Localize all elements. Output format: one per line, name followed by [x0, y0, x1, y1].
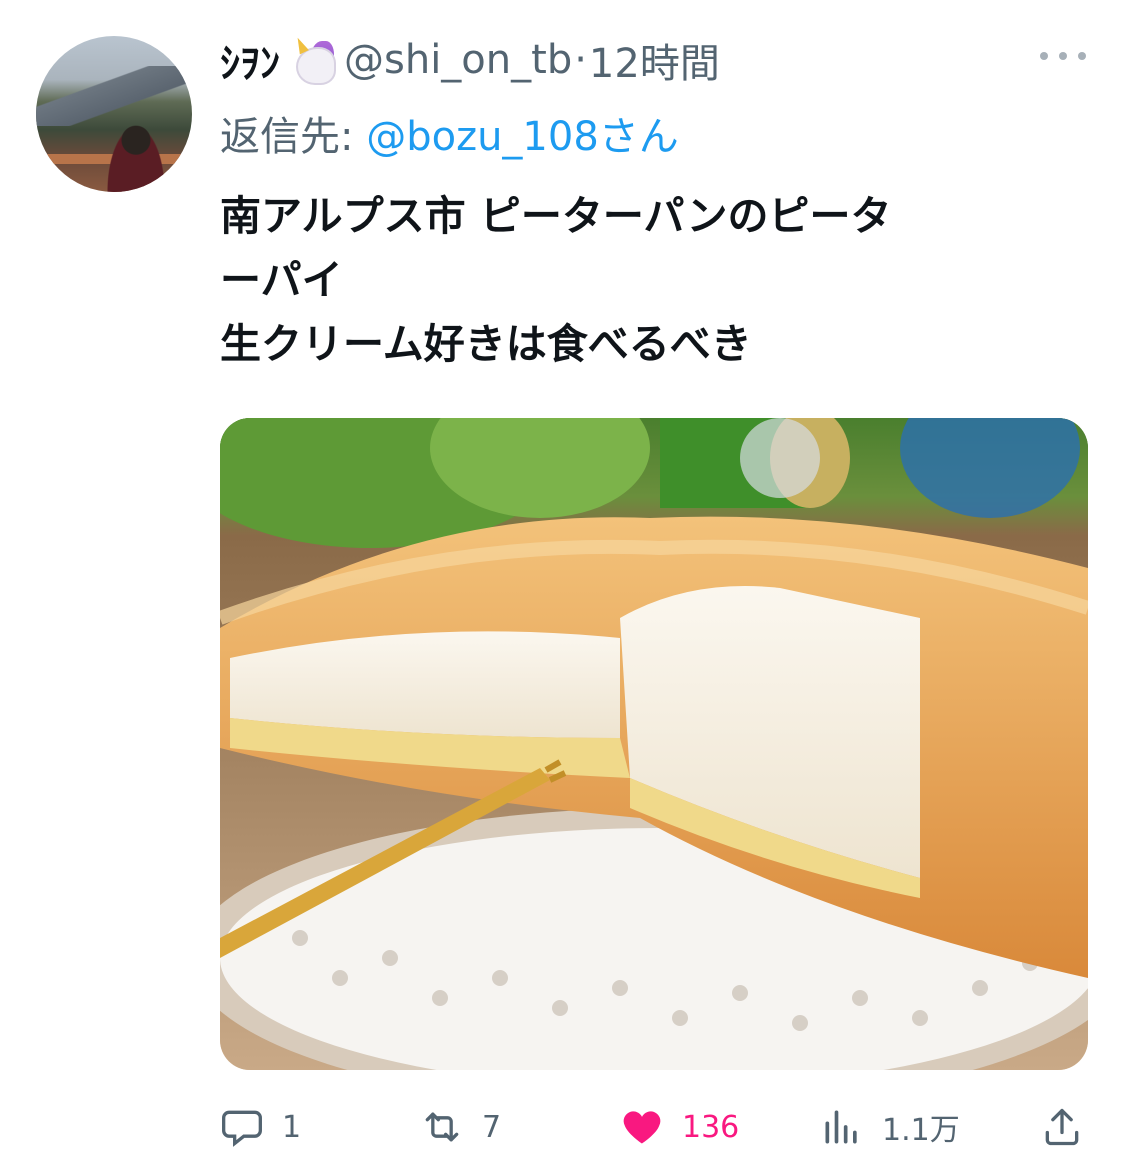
bar-chart-icon	[825, 1110, 857, 1144]
avatar[interactable]	[36, 36, 192, 192]
reply-prefix: 返信先:	[220, 114, 367, 160]
user-handle[interactable]: @shi_on_tb	[344, 37, 572, 83]
separator-dot: ·	[574, 37, 587, 83]
unicorn-icon	[290, 35, 336, 85]
reply-count: 1	[282, 1109, 302, 1145]
timestamp[interactable]: 12時間	[589, 31, 720, 89]
pie-photo-illustration	[220, 418, 1088, 1070]
tweet-text: 南アルプス市 ピーターパンのピータ ーパイ 生クリーム好きは食べるべき	[220, 184, 1060, 376]
like-action[interactable]: 136	[620, 1104, 739, 1150]
more-dots-icon[interactable]	[1040, 44, 1086, 68]
tweet-text-line: 生クリーム好きは食べるべき	[220, 320, 752, 368]
tweet-actions: 1 7 136 1.1万	[220, 1092, 1088, 1162]
share-upload-icon	[1045, 1108, 1079, 1146]
heart-icon	[623, 1111, 661, 1144]
tweet-text-line: 南アルプス市 ピーターパンのピータ	[220, 192, 892, 240]
avatar-person	[106, 124, 166, 192]
reply-bubble-icon	[222, 1110, 262, 1147]
views-action[interactable]: 1.1万	[820, 1104, 960, 1150]
retweet-icon	[425, 1112, 459, 1142]
share-action[interactable]	[1040, 1104, 1084, 1150]
tweet-photo[interactable]	[220, 418, 1088, 1070]
tweet-header: ｼｦﾝ @shi_on_tb · 12時間	[220, 28, 720, 92]
tweet-text-line: ーパイ	[220, 256, 343, 304]
views-count: 1.1万	[882, 1113, 960, 1148]
retweet-count: 7	[482, 1109, 502, 1145]
reply-action[interactable]: 1	[220, 1104, 301, 1150]
display-name[interactable]: ｼｦﾝ	[220, 31, 280, 89]
reply-to-link[interactable]: @bozu_108さん	[366, 114, 679, 160]
like-count: 136	[682, 1109, 740, 1145]
retweet-action[interactable]: 7	[420, 1104, 501, 1150]
reply-context: 返信先: @bozu_108さん	[220, 104, 679, 162]
avatar-mountain	[36, 66, 192, 126]
